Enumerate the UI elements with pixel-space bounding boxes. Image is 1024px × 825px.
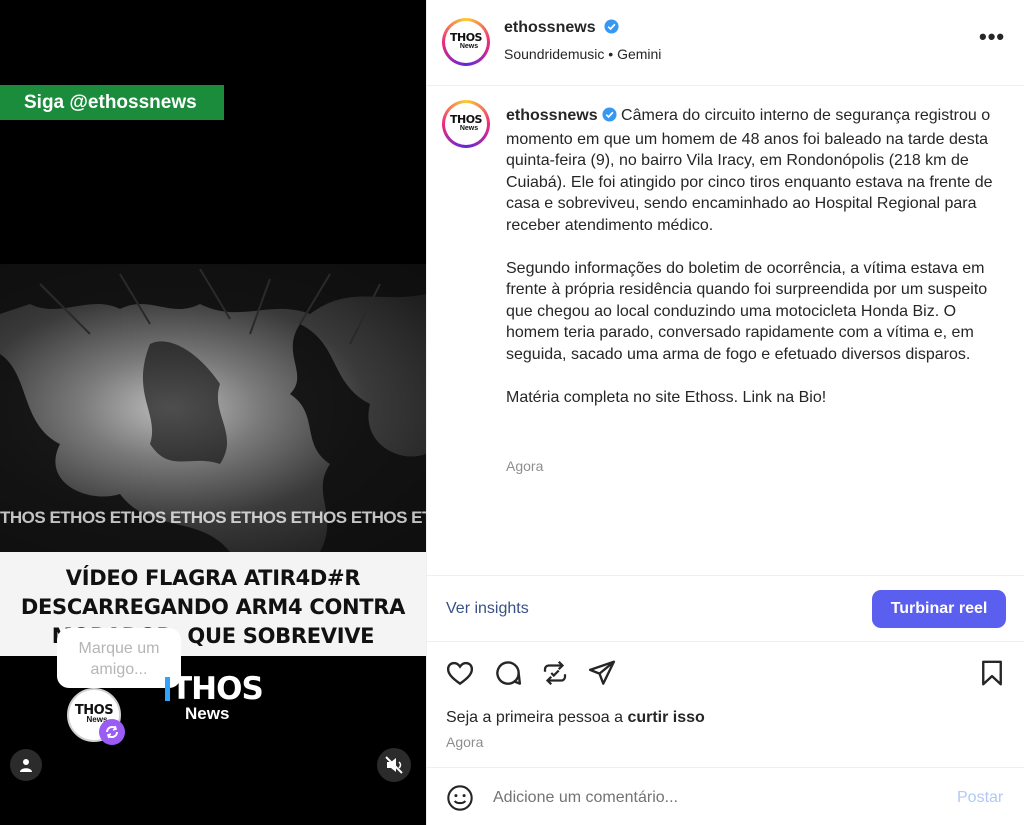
caption-avatar-logo-sub: News — [459, 125, 479, 132]
caption-paragraph-1: Câmera do circuito interno de segurança … — [506, 107, 993, 234]
caption-timestamp: Agora — [506, 458, 544, 474]
user-icon — [20, 759, 32, 772]
brand-logo: THOS News — [165, 671, 264, 723]
avatar-logo-sub: News — [459, 43, 479, 50]
watermark-row: THOS ETHOS ETHOS ETHOS ETHOS ETHOS ETHOS… — [0, 508, 426, 527]
remix-icon[interactable] — [99, 719, 125, 745]
mute-button[interactable] — [377, 748, 411, 782]
header-audio-subtitle[interactable]: Soundridemusic • Gemini — [504, 46, 661, 62]
emoji-icon[interactable] — [446, 784, 474, 812]
caption-username[interactable]: ethossnews — [506, 107, 598, 124]
headline-line-1: VÍDEO FLAGRA ATIR4D#R — [65, 566, 361, 590]
likes-summary: Seja a primeira pessoa a curtir isso — [446, 709, 705, 727]
caption-text: ethossnews Câmera do circuito interno de… — [506, 105, 1004, 430]
likes-prefix: Seja a primeira pessoa a — [446, 709, 628, 726]
comment-icon[interactable] — [493, 658, 523, 688]
boost-reel-button[interactable]: Turbinar reel — [872, 590, 1006, 628]
logo-accent-bar — [165, 677, 170, 701]
avatar-logo: THOS — [450, 31, 482, 44]
caption-area: THOS News ethossnews Câmera do circuito … — [427, 87, 1024, 574]
headline-line-2: DESCARREGANDO ARM4 CONTRA — [20, 595, 406, 619]
brand-logo-text: THOS — [171, 671, 264, 707]
like-icon[interactable] — [445, 658, 475, 688]
post-timestamp: Agora — [446, 734, 484, 750]
post-header: THOS News ethossnews Soundridemusic • Ge… — [427, 0, 1024, 86]
speaker-muted-icon — [385, 756, 403, 774]
share-icon[interactable] — [587, 658, 617, 688]
reel-media[interactable]: Siga @ethossnews THOS ETHOS ETHOS ETHOS … — [0, 0, 426, 825]
user-tags-button[interactable] — [10, 749, 42, 781]
verified-icon — [602, 107, 617, 129]
comment-input[interactable] — [493, 784, 933, 812]
caption-avatar-logo: THOS — [450, 113, 482, 126]
header-username[interactable]: ethossnews — [504, 19, 596, 36]
action-bar — [427, 656, 1024, 692]
more-options-icon[interactable]: ••• — [979, 26, 1004, 52]
comment-bar: Postar — [427, 767, 1024, 825]
save-icon[interactable] — [977, 658, 1007, 688]
caption-avatar[interactable]: THOS News — [442, 100, 490, 148]
post-comment-button[interactable]: Postar — [957, 789, 1003, 807]
tag-friend-bubble[interactable]: Marque um amigo... — [57, 628, 181, 688]
post-panel: THOS News ethossnews Soundridemusic • Ge… — [426, 0, 1024, 825]
brand-logo-sub: News — [185, 704, 230, 723]
remix-icon[interactable] — [540, 658, 570, 688]
insights-bar: Ver insights Turbinar reel — [427, 575, 1024, 642]
profile-avatar[interactable]: THOS News — [442, 18, 490, 66]
follow-banner: Siga @ethossnews — [0, 85, 224, 120]
like-it-link[interactable]: curtir isso — [627, 709, 704, 726]
caption-paragraph-2: Segundo informações do boletim de ocorrê… — [506, 259, 988, 363]
caption-paragraph-3: Matéria completa no site Ethoss. Link na… — [506, 388, 827, 406]
verified-icon — [604, 19, 619, 39]
view-insights-link[interactable]: Ver insights — [446, 600, 529, 618]
